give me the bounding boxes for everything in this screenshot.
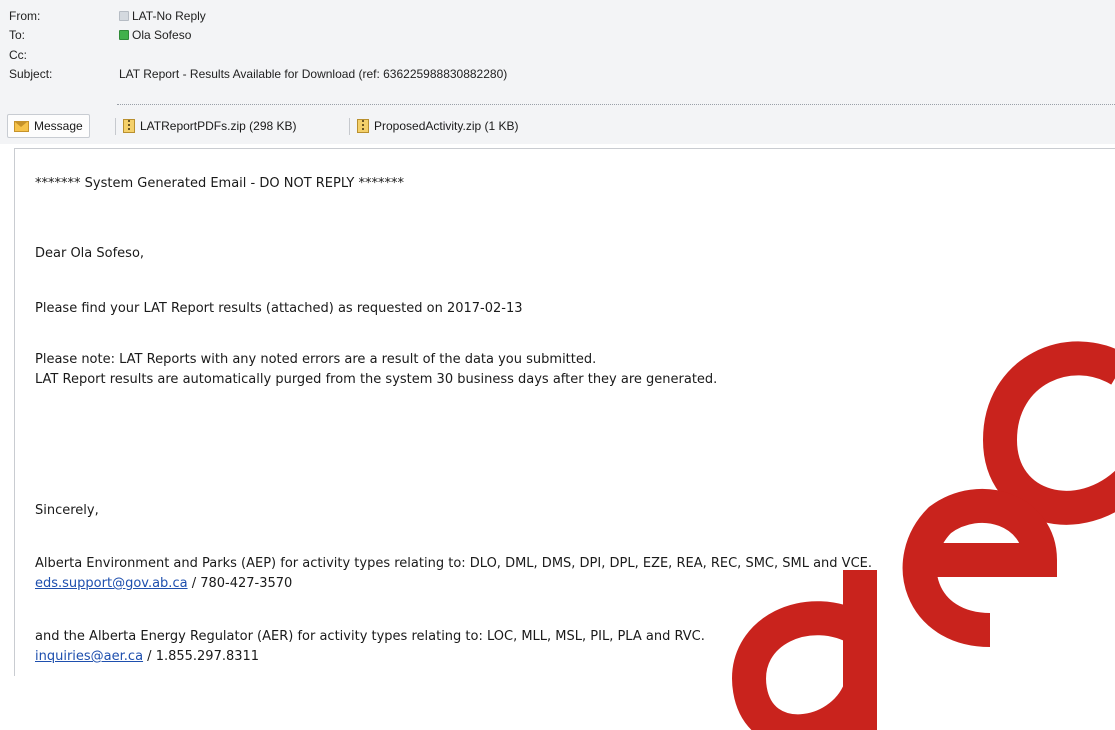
sincerely: Sincerely, — [35, 503, 99, 518]
aep-contact: eds.support@gov.ab.ca / 780-427-3570 — [35, 575, 292, 593]
cc-label: Cc: — [9, 48, 27, 62]
attachment-label: ProposedActivity.zip (1 KB) — [374, 119, 519, 133]
purge-line: LAT Report results are automatically pur… — [35, 372, 718, 387]
note-line: Please note: LAT Reports with any noted … — [35, 352, 597, 367]
attachment-proposedactivity[interactable]: ProposedActivity.zip (1 KB) — [357, 114, 519, 138]
find-results-line: Please find your LAT Report results (att… — [35, 301, 523, 316]
from-value[interactable]: LAT-No Reply — [119, 9, 206, 23]
header-divider — [117, 104, 1115, 105]
presence-online-icon — [119, 30, 129, 40]
tab-separator — [115, 118, 116, 135]
attachment-latreportpdfs[interactable]: LATReportPDFs.zip (298 KB) — [123, 114, 297, 138]
system-notice: ******* System Generated Email - DO NOT … — [35, 176, 404, 191]
aer-contact: inquiries@aer.ca / 1.855.297.8311 — [35, 648, 259, 666]
from-label: From: — [9, 9, 41, 23]
attachment-bar: Message LATReportPDFs.zip (298 KB) Propo… — [0, 114, 1115, 140]
zip-file-icon — [123, 119, 135, 133]
aer-line: and the Alberta Energy Regulator (AER) f… — [35, 629, 705, 644]
aep-line: Alberta Environment and Parks (AEP) for … — [35, 556, 873, 571]
presence-status-icon — [119, 11, 129, 21]
envelope-icon — [14, 120, 29, 132]
to-value[interactable]: Ola Sofeso — [119, 28, 191, 42]
subject-label: Subject: — [9, 67, 53, 81]
aep-phone: / 780-427-3570 — [187, 576, 293, 591]
message-body — [14, 148, 1115, 676]
attachment-label: LATReportPDFs.zip (298 KB) — [140, 119, 297, 133]
aer-phone: / 1.855.297.8311 — [143, 649, 260, 664]
from-name: LAT-No Reply — [132, 9, 206, 23]
aep-email-link[interactable]: eds.support@gov.ab.ca — [35, 576, 188, 591]
subject-value: LAT Report - Results Available for Downl… — [119, 67, 508, 81]
tab-separator — [349, 118, 350, 135]
zip-file-icon — [357, 119, 369, 133]
tab-message[interactable]: Message — [7, 114, 90, 138]
message-header: From: LAT-No Reply To: Ola Sofeso Cc: Su… — [0, 0, 1115, 144]
tab-message-label: Message — [34, 119, 83, 133]
to-label: To: — [9, 28, 26, 42]
aer-email-link[interactable]: inquiries@aer.ca — [35, 649, 143, 664]
greeting: Dear Ola Sofeso, — [35, 246, 145, 261]
to-name: Ola Sofeso — [132, 28, 192, 42]
